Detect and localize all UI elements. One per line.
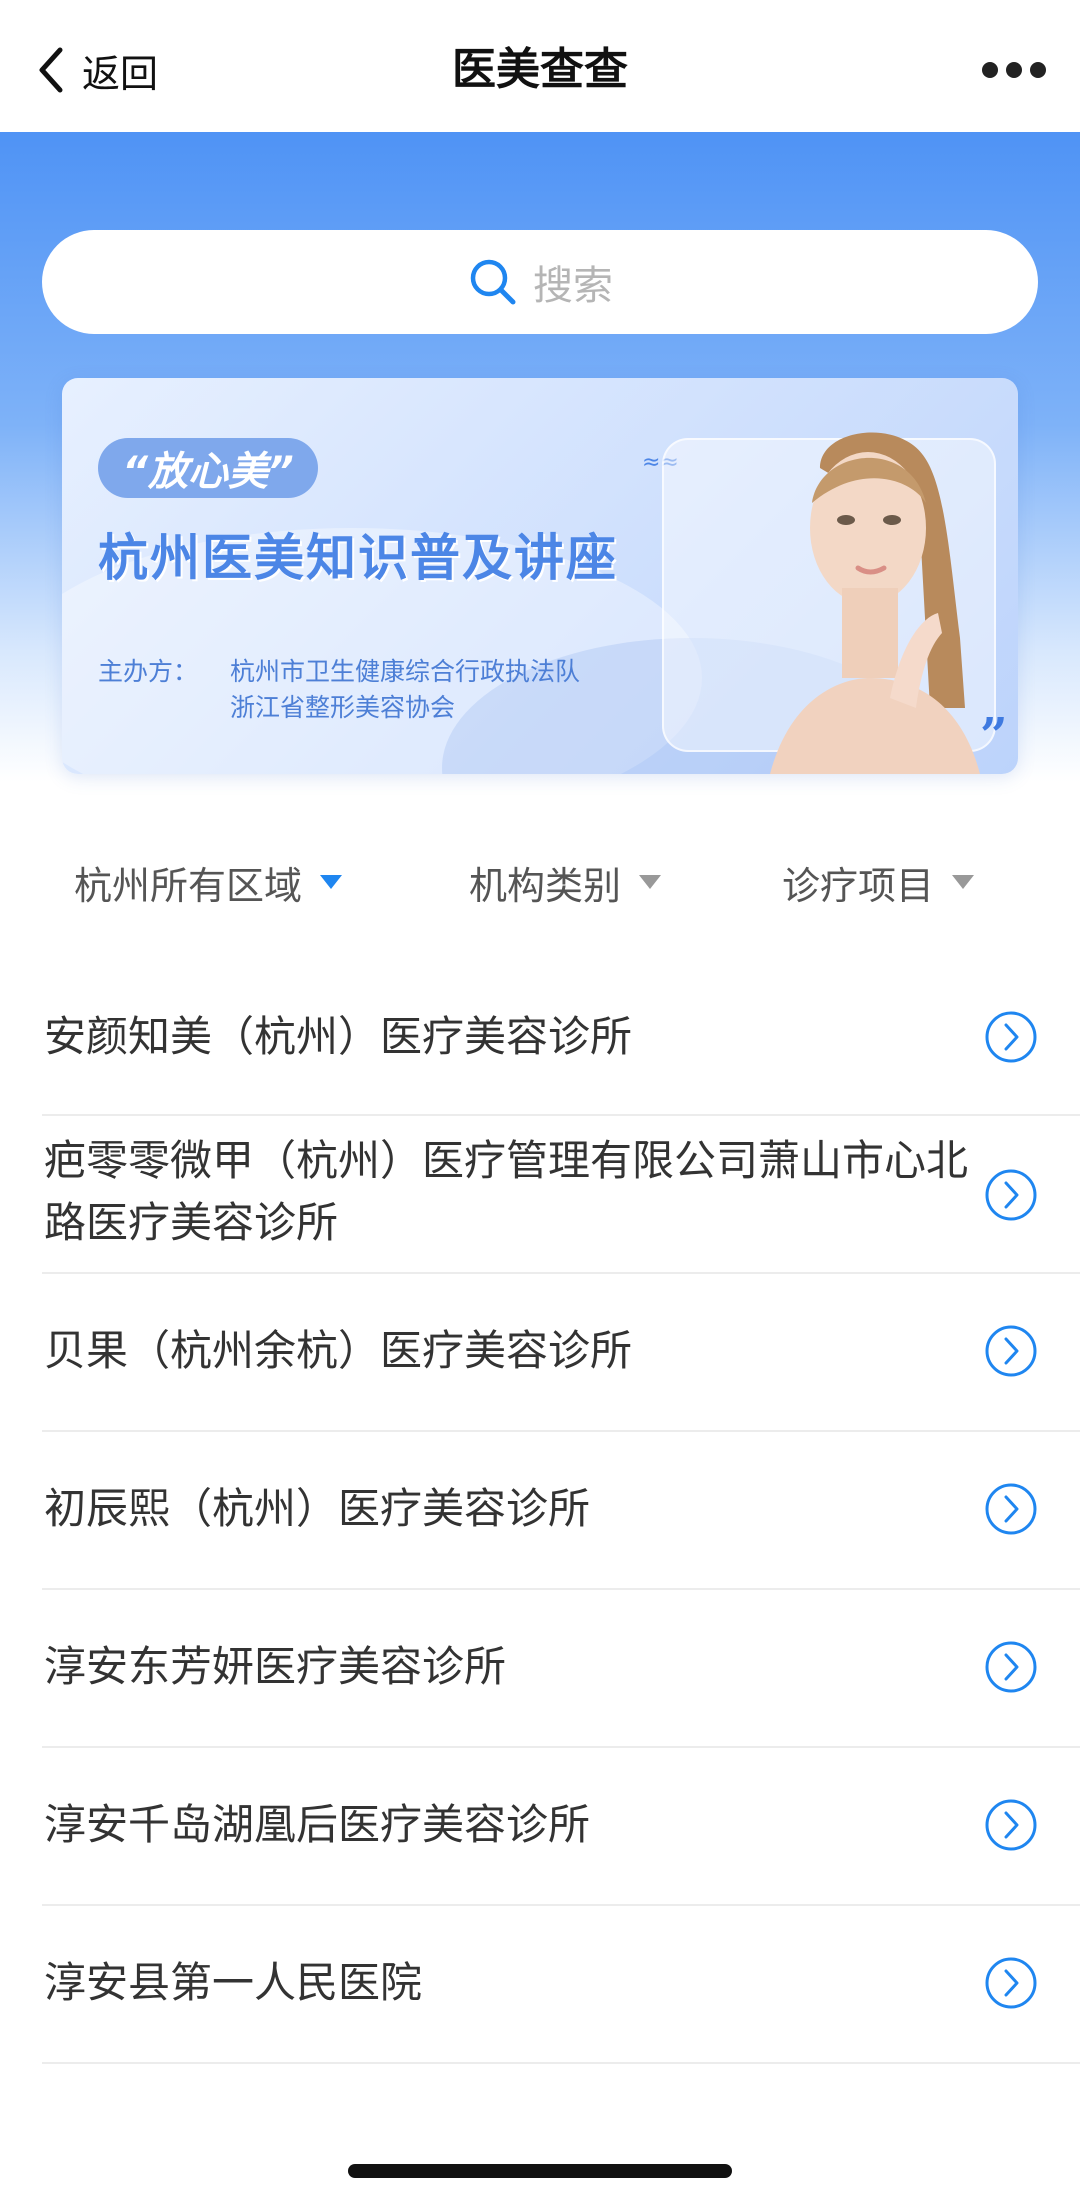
more-dots-icon — [1030, 62, 1046, 78]
organizer-name: 浙江省整形美容协会 — [229, 693, 455, 722]
list-item[interactable]: 疤零零微甲（杭州）医疗管理有限公司萧山市心北路医疗美容诊所 — [42, 1116, 1080, 1274]
banner-tag: “放心美” — [98, 438, 318, 498]
search-placeholder: 搜索 — [533, 263, 613, 309]
filter-institution-type[interactable]: 机构类别 — [469, 842, 662, 922]
hero-section: 搜索 “放心美” 杭州医美知识普及讲座 主办方： 杭州市卫生健康综合行政执法队 … — [0, 132, 1080, 782]
quote-mark-icon: ” — [980, 708, 1008, 764]
chevron-right-circle-icon — [985, 1169, 1037, 1221]
filter-region[interactable]: 杭州所有区域 — [74, 842, 343, 922]
dropdown-triangle-icon — [320, 875, 343, 889]
clinic-name: 淳安东芳妍医疗美容诊所 — [44, 1642, 507, 1691]
clinic-name: 淳安县第一人民医院 — [44, 1958, 423, 2007]
list-item[interactable]: 贝果（杭州余杭）医疗美容诊所 — [42, 1274, 1080, 1432]
clinic-name: 淳安千岛湖凰后医疗美容诊所 — [44, 1800, 591, 1849]
promo-banner[interactable]: “放心美” 杭州医美知识普及讲座 主办方： 杭州市卫生健康综合行政执法队 浙江省… — [62, 378, 1018, 774]
chevron-right-circle-icon — [985, 1641, 1037, 1693]
woman-portrait-image — [770, 432, 980, 774]
list-item[interactable]: 淳安千岛湖凰后医疗美容诊所 — [42, 1748, 1080, 1906]
nav-bar: 返回 医美查查 — [0, 0, 1080, 132]
search-icon — [470, 259, 516, 305]
dropdown-triangle-icon — [639, 875, 662, 889]
chevron-right-circle-icon — [985, 1325, 1037, 1377]
filter-label: 机构类别 — [469, 863, 622, 908]
chevron-right-circle-icon — [985, 1011, 1037, 1063]
page-title: 医美查查 — [452, 44, 628, 95]
clinic-name: 初辰熙（杭州）医疗美容诊所 — [44, 1484, 591, 1533]
list-item[interactable]: 安颜知美（杭州）医疗美容诊所 — [42, 962, 1080, 1116]
filter-label: 诊疗项目 — [782, 863, 935, 908]
organizer-label: 主办方： — [98, 657, 199, 686]
dropdown-triangle-icon — [952, 875, 975, 889]
banner-organizer: 主办方： 杭州市卫生健康综合行政执法队 浙江省整形美容协会 — [98, 654, 580, 726]
chevron-right-circle-icon — [985, 1483, 1037, 1535]
list-item[interactable]: 淳安县第一人民医院 — [42, 1906, 1080, 2064]
banner-title: 杭州医美知识普及讲座 — [98, 529, 618, 587]
clinic-name: 贝果（杭州余杭）医疗美容诊所 — [44, 1326, 633, 1375]
filter-label: 杭州所有区域 — [74, 863, 303, 908]
filter-treatment[interactable]: 诊疗项目 — [782, 842, 975, 922]
clinic-name: 疤零零微甲（杭州）医疗管理有限公司萧山市心北路医疗美容诊所 — [44, 1136, 969, 1247]
more-dots-icon — [982, 62, 998, 78]
chevron-right-circle-icon — [985, 1799, 1037, 1851]
home-indicator[interactable] — [348, 2164, 732, 2178]
list-item[interactable]: 淳安东芳妍医疗美容诊所 — [42, 1590, 1080, 1748]
more-dots-icon — [1006, 62, 1022, 78]
filter-bar: 杭州所有区域 机构类别 诊疗项目 — [0, 842, 1080, 922]
chevron-right-circle-icon — [985, 1957, 1037, 2009]
more-button[interactable] — [982, 58, 1046, 82]
organizer-name: 杭州市卫生健康综合行政执法队 — [229, 657, 580, 686]
list-item[interactable]: 初辰熙（杭州）医疗美容诊所 — [42, 1432, 1080, 1590]
search-bar[interactable]: 搜索 — [42, 230, 1038, 334]
clinic-name: 安颜知美（杭州）医疗美容诊所 — [44, 1012, 633, 1061]
